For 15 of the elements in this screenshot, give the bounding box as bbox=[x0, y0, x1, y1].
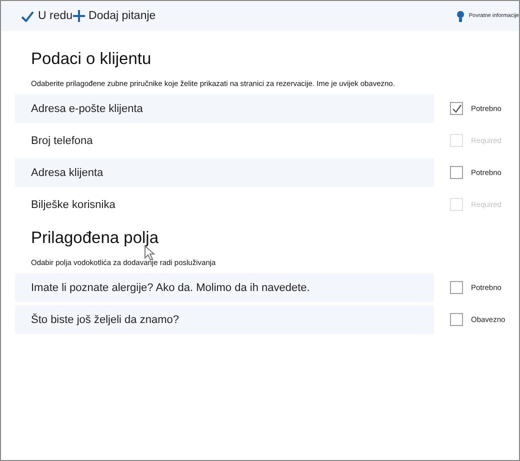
ok-button[interactable]: U redu bbox=[21, 10, 73, 22]
field-row: Imate li poznate alergije? Ako da. Molimo da ih navedete. bbox=[15, 273, 434, 302]
section-heading: Podaci o klijentu bbox=[30, 49, 152, 69]
field-row: Adresa klijenta bbox=[15, 158, 434, 187]
checkmark-icon bbox=[21, 10, 34, 22]
field-row: Adresa e-pošte klijenta bbox=[15, 94, 434, 123]
field-row-text: Broj telefona bbox=[30, 134, 94, 148]
plus-icon bbox=[72, 10, 85, 22]
checkmark-icon bbox=[452, 104, 462, 113]
cursor-icon bbox=[144, 245, 155, 261]
field-row-text: Bilješke korisnika bbox=[30, 198, 116, 212]
field-row: Što biste još željeli da znamo? bbox=[15, 305, 434, 334]
add-question-button[interactable]: Dodaj pitanje bbox=[72, 10, 156, 22]
lightbulb-icon bbox=[456, 10, 464, 22]
section-heading: Prilagođena polja bbox=[30, 228, 160, 248]
